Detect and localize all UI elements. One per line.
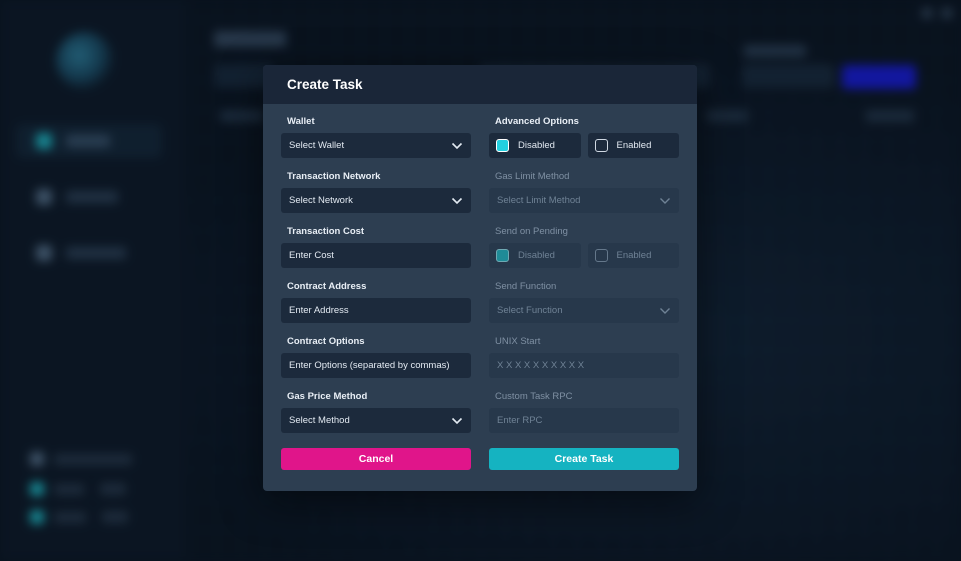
gas-price-field: Gas Price Method Select Method — [281, 390, 471, 433]
chevron-down-icon — [451, 197, 463, 204]
unix-start-label: UNIX Start — [495, 336, 541, 347]
checkbox-checked-icon — [496, 249, 509, 262]
gas-limit-select[interactable]: Select Limit Method — [489, 188, 679, 213]
checkbox-checked-icon — [496, 139, 509, 152]
options-label: Contract Options — [287, 336, 365, 347]
gas-price-select[interactable]: Select Method — [281, 408, 471, 433]
pending-disabled-option[interactable]: Disabled — [489, 243, 581, 268]
send-function-field: Send Function Select Function — [489, 280, 679, 323]
gas-price-label: Gas Price Method — [287, 391, 368, 402]
chevron-down-icon — [660, 197, 670, 204]
checkbox-unchecked-icon — [594, 139, 608, 152]
cost-field: Transaction Cost Enter Cost — [281, 225, 471, 268]
gas-limit-field: Gas Limit Method Select Limit Method — [489, 170, 679, 213]
send-function-label: Send Function — [495, 281, 557, 292]
wallet-select[interactable]: Select Wallet — [281, 133, 471, 158]
wallet-label: Wallet — [287, 116, 315, 127]
network-field: Transaction Network Select Network — [281, 170, 471, 213]
cancel-button[interactable]: Cancel — [281, 448, 471, 470]
network-label: Transaction Network — [287, 171, 381, 182]
create-task-modal: Create Task Wallet Select Wallet Transac… — [263, 65, 697, 491]
chevron-down-icon — [451, 417, 463, 424]
pending-enabled-option[interactable]: Enabled — [587, 243, 679, 268]
cost-label: Transaction Cost — [287, 226, 365, 237]
advanced-disabled-option[interactable]: Disabled — [489, 133, 581, 158]
address-input[interactable]: Enter Address — [281, 298, 471, 323]
chevron-down-icon — [451, 142, 463, 149]
gas-limit-label: Gas Limit Method — [495, 171, 570, 182]
unix-start-input[interactable]: X X X X X X X X X X — [489, 353, 679, 378]
wallet-field: Wallet Select Wallet — [281, 115, 471, 158]
address-field: Contract Address Enter Address — [281, 280, 471, 323]
options-input[interactable]: Enter Options (separated by commas) — [281, 353, 471, 378]
network-select[interactable]: Select Network — [281, 188, 471, 213]
custom-rpc-field: Custom Task RPC Enter RPC — [489, 390, 679, 433]
advanced-options-label: Advanced Options — [495, 116, 579, 127]
create-task-button[interactable]: Create Task — [489, 448, 679, 470]
options-field: Contract Options Enter Options (separate… — [281, 335, 471, 378]
address-label: Contract Address — [287, 281, 367, 292]
chevron-down-icon — [660, 307, 670, 314]
advanced-enabled-option[interactable]: Enabled — [587, 133, 679, 158]
custom-rpc-label: Custom Task RPC — [495, 391, 573, 402]
cost-input[interactable]: Enter Cost — [281, 243, 471, 268]
advanced-options-field: Advanced Options Disabled Enabled — [489, 115, 679, 158]
checkbox-unchecked-icon — [594, 249, 608, 262]
send-on-pending-label: Send on Pending — [495, 226, 568, 237]
unix-start-field: UNIX Start X X X X X X X X X X — [489, 335, 679, 378]
custom-rpc-input[interactable]: Enter RPC — [489, 408, 679, 433]
modal-header: Create Task — [263, 65, 697, 104]
send-function-select[interactable]: Select Function — [489, 298, 679, 323]
modal-title: Create Task — [287, 77, 363, 92]
send-on-pending-field: Send on Pending Disabled Enabled — [489, 225, 679, 268]
